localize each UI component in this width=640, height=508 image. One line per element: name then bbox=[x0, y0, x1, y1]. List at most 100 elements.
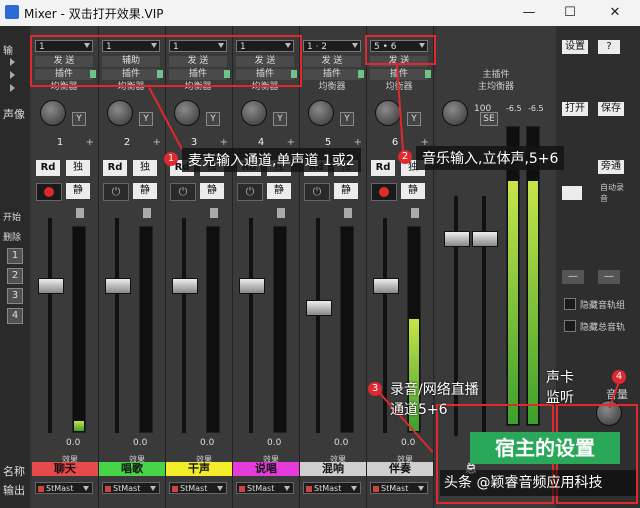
main-insert-label[interactable]: 主插件 bbox=[456, 70, 536, 80]
peak-value: 0.0 bbox=[133, 438, 148, 448]
read-button[interactable]: Rd bbox=[371, 160, 395, 176]
save-button[interactable]: 保存 bbox=[598, 102, 624, 116]
y-button[interactable]: Y bbox=[72, 112, 86, 126]
output-select[interactable]: StMast bbox=[102, 482, 160, 494]
db-left: -6.5 bbox=[506, 104, 522, 113]
chevron-down-icon bbox=[352, 43, 358, 48]
chevron-down-icon bbox=[150, 486, 156, 491]
insert-button[interactable]: 插件 bbox=[303, 69, 361, 80]
mute-button[interactable]: 静 bbox=[401, 183, 425, 199]
dash-button[interactable]: — bbox=[562, 270, 584, 284]
group-3-button[interactable]: 3 bbox=[7, 288, 23, 304]
channel-number: 4 bbox=[257, 137, 265, 148]
insert-active-indicator bbox=[425, 70, 431, 78]
output-icon bbox=[172, 486, 178, 492]
channel-name[interactable]: 唱歌 bbox=[99, 462, 165, 476]
maximize-button[interactable]: ☐ bbox=[553, 3, 587, 23]
mute-button[interactable]: 静 bbox=[267, 183, 291, 199]
hide-total-checkbox[interactable] bbox=[564, 320, 576, 332]
input-select-value: 1 · 2 bbox=[307, 42, 328, 52]
bypass-button[interactable]: 旁通 bbox=[598, 160, 624, 174]
se-button[interactable]: SE bbox=[480, 112, 498, 126]
fader-thumb[interactable] bbox=[105, 278, 131, 295]
power-button[interactable]: ⏻ bbox=[103, 183, 129, 201]
input-select[interactable]: 1 · 2 bbox=[303, 40, 361, 52]
pan-knob[interactable] bbox=[308, 100, 334, 126]
output-select[interactable]: StMast bbox=[370, 482, 428, 494]
send-button[interactable]: 发 送 bbox=[303, 56, 361, 67]
channel-strip-4: 1发 送插件均衡器Y4+Rd独⏻静0.0效果说唱StMast bbox=[233, 26, 300, 508]
output-select[interactable]: StMast bbox=[169, 482, 227, 494]
level-meter bbox=[273, 226, 287, 433]
annotation-badge-1: 1 bbox=[164, 152, 178, 166]
solo-button[interactable]: 独 bbox=[133, 160, 157, 176]
read-button[interactable]: Rd bbox=[36, 160, 60, 176]
pan-knob[interactable] bbox=[107, 100, 133, 126]
level-meter bbox=[139, 226, 153, 433]
add-icon[interactable]: + bbox=[220, 137, 228, 148]
output-select[interactable]: StMast bbox=[303, 482, 361, 494]
add-icon[interactable]: + bbox=[287, 137, 295, 148]
y-button[interactable]: Y bbox=[139, 112, 153, 126]
mute-button[interactable]: 静 bbox=[66, 183, 90, 199]
hide-rec-label: 隐藏音轨组 bbox=[580, 301, 626, 311]
minimize-button[interactable]: — bbox=[512, 3, 546, 23]
open-button[interactable]: 打开 bbox=[562, 102, 588, 116]
channel-name[interactable]: 聊天 bbox=[32, 462, 98, 476]
fader-thumb[interactable] bbox=[306, 299, 332, 316]
y-button[interactable]: Y bbox=[340, 112, 354, 126]
mute-button[interactable]: 静 bbox=[133, 183, 157, 199]
annotation-text-3: 录音/网络直播 通道5+6 bbox=[390, 382, 479, 418]
hide-rec-checkbox[interactable] bbox=[564, 298, 576, 310]
annotation-text-2: 音乐输入,立体声,5+6 bbox=[416, 146, 565, 170]
power-button[interactable]: ⏻ bbox=[304, 183, 330, 201]
add-icon[interactable]: + bbox=[354, 137, 362, 148]
output-select[interactable]: StMast bbox=[236, 482, 294, 494]
group-2-button[interactable]: 2 bbox=[7, 268, 23, 284]
dash-button[interactable]: — bbox=[598, 270, 620, 284]
expand-arrow-icon[interactable] bbox=[10, 58, 15, 66]
power-button[interactable]: ⏻ bbox=[237, 183, 263, 201]
settings-button[interactable]: 设置 bbox=[562, 40, 588, 54]
y-button[interactable]: Y bbox=[273, 112, 287, 126]
annotation-text-4: 声卡 监听 bbox=[546, 370, 574, 406]
pan-knob[interactable] bbox=[40, 100, 66, 126]
master-fader-left[interactable] bbox=[444, 231, 470, 247]
solo-button[interactable]: 独 bbox=[66, 160, 90, 176]
fader-thumb[interactable] bbox=[373, 278, 399, 295]
close-button[interactable]: ✕ bbox=[598, 3, 632, 23]
fader-thumb[interactable] bbox=[172, 278, 198, 295]
record-arm-button[interactable] bbox=[371, 183, 397, 201]
y-button[interactable]: Y bbox=[206, 112, 220, 126]
group-1-button[interactable]: 1 bbox=[7, 248, 23, 264]
master-fader-right[interactable] bbox=[472, 231, 498, 247]
channel-name[interactable]: 干声 bbox=[166, 462, 232, 476]
record-toggle[interactable] bbox=[562, 186, 582, 200]
channel-name[interactable]: 混响 bbox=[300, 462, 366, 476]
record-arm-button[interactable] bbox=[36, 183, 62, 201]
auto-record-label: 自动录音 bbox=[600, 183, 624, 203]
master-pan-knob[interactable] bbox=[442, 100, 468, 126]
fader-thumb[interactable] bbox=[239, 278, 265, 295]
expand-arrow-icon[interactable] bbox=[10, 84, 15, 92]
pan-knob[interactable] bbox=[241, 100, 267, 126]
output-select[interactable]: StMast bbox=[35, 482, 93, 494]
read-button[interactable]: Rd bbox=[103, 160, 127, 176]
y-button[interactable]: Y bbox=[407, 112, 421, 126]
expand-arrow-icon[interactable] bbox=[10, 71, 15, 79]
help-button[interactable]: ? bbox=[598, 40, 620, 54]
speaker-icon bbox=[411, 208, 419, 218]
main-eq-label[interactable]: 主均衡器 bbox=[456, 82, 536, 92]
pan-knob[interactable] bbox=[174, 100, 200, 126]
channel-name[interactable]: 说唱 bbox=[233, 462, 299, 476]
fader-thumb[interactable] bbox=[38, 278, 64, 295]
add-icon[interactable]: + bbox=[153, 137, 161, 148]
pan-knob[interactable] bbox=[375, 100, 401, 126]
mute-button[interactable]: 静 bbox=[334, 183, 358, 199]
group-4-button[interactable]: 4 bbox=[7, 308, 23, 324]
add-icon[interactable]: + bbox=[86, 137, 94, 148]
channel-name[interactable]: 伴奏 bbox=[367, 462, 433, 476]
eq-button[interactable]: 均衡器 bbox=[303, 82, 361, 92]
power-button[interactable]: ⏻ bbox=[170, 183, 196, 201]
mute-button[interactable]: 静 bbox=[200, 183, 224, 199]
